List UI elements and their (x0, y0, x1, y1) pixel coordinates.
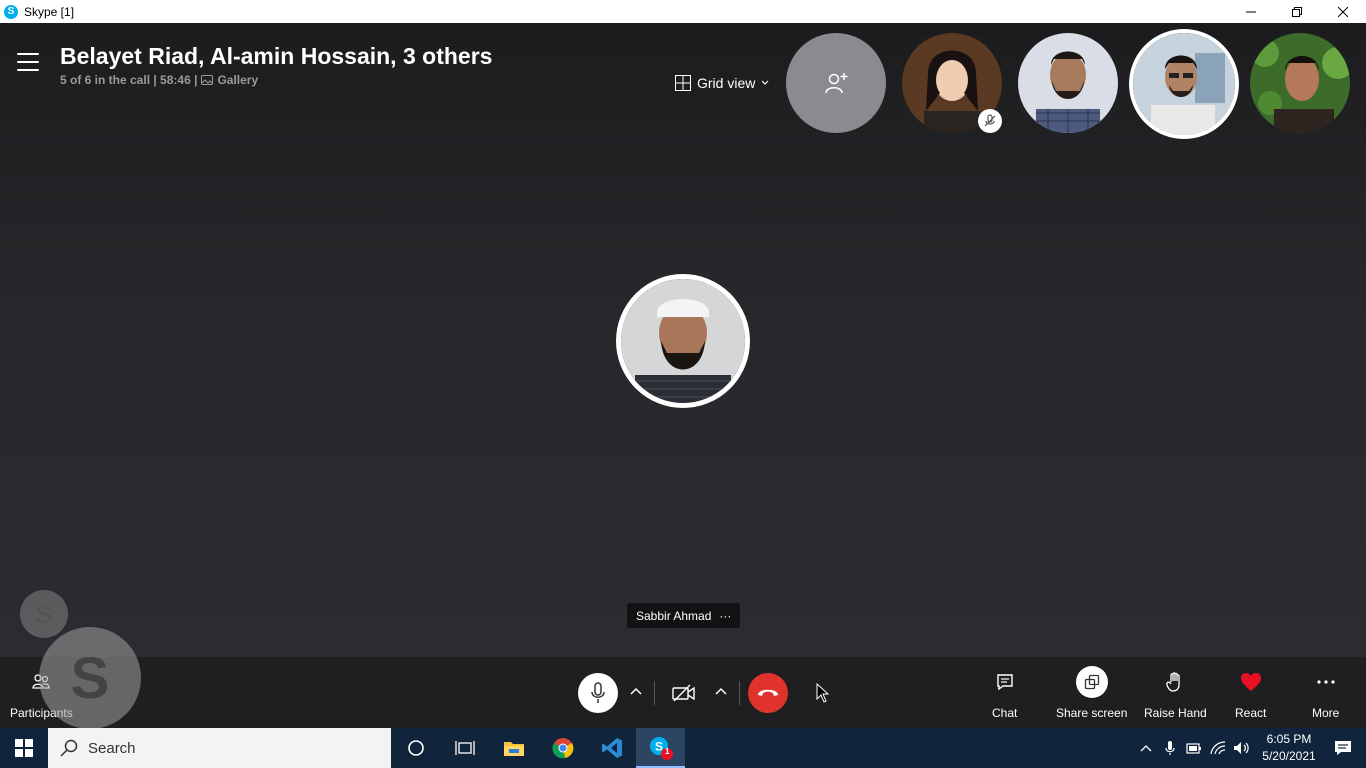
window-title: Skype [1] (24, 4, 75, 19)
participant-photo (1018, 33, 1118, 133)
gallery-link[interactable]: Gallery (217, 73, 258, 87)
camera-off-icon (672, 684, 695, 702)
mic-options-chevron-up-icon[interactable] (629, 684, 643, 698)
grid-view-icon (675, 75, 691, 91)
more-button[interactable]: More (1312, 667, 1339, 720)
system-tray: 6:05 PM 5/20/2021 (1134, 728, 1366, 768)
participant-photo (1250, 33, 1350, 133)
speaker-name: Sabbir Ahmad (636, 608, 712, 623)
cortana-icon (407, 740, 424, 756)
volume-icon[interactable] (1230, 741, 1254, 755)
call-controls-bar: Participants Chat Share screen Raise Han… (0, 657, 1366, 728)
restore-icon (1292, 6, 1302, 17)
action-center-button[interactable] (1320, 740, 1366, 756)
close-icon (1338, 6, 1348, 17)
call-stage: Belayet Riad, Al-amin Hossain, 3 others … (0, 23, 1366, 657)
more-horizontal-icon (1317, 680, 1335, 684)
speaker-photo (621, 279, 745, 403)
show-hidden-icons-button[interactable] (1134, 744, 1158, 752)
mouse-cursor-icon (816, 683, 830, 703)
divider (739, 681, 740, 705)
microphone-button[interactable] (578, 673, 618, 713)
grid-view-dropdown[interactable]: Grid view (675, 75, 769, 91)
add-person-icon (825, 73, 848, 94)
windows-taskbar: Search S 1 6:05 PM 5/20/2021 (0, 728, 1366, 768)
share-screen-button[interactable]: Share screen (1056, 666, 1128, 720)
windows-logo-icon (15, 739, 33, 757)
chat-icon (996, 674, 1013, 691)
window-titlebar: S Skype [1] (0, 0, 1366, 23)
more-label: More (1312, 706, 1340, 720)
taskbar-clock[interactable]: 6:05 PM 5/20/2021 (1258, 731, 1320, 765)
file-explorer-button[interactable] (489, 728, 538, 768)
chevron-down-icon (761, 80, 769, 85)
active-speaker-avatar[interactable] (616, 274, 750, 408)
call-title: Belayet Riad, Al-amin Hossain, 3 others (60, 43, 493, 69)
start-button[interactable] (0, 728, 48, 768)
hang-up-icon (758, 689, 778, 696)
close-button[interactable] (1320, 0, 1366, 23)
folder-icon (503, 742, 524, 756)
gallery-icon (201, 75, 214, 85)
hamburger-menu-icon[interactable] (17, 53, 39, 71)
vscode-icon (601, 738, 622, 758)
skype-icon: S (649, 737, 673, 760)
end-call-button[interactable] (748, 673, 788, 713)
notification-icon (1335, 741, 1351, 755)
battery-icon[interactable] (1182, 742, 1206, 754)
skype-badge: 1 (665, 747, 670, 756)
chrome-button[interactable] (538, 728, 587, 768)
share-screen-label: Share screen (1056, 706, 1128, 720)
participant-photo (1133, 33, 1235, 135)
mic-tray-icon[interactable] (1158, 740, 1182, 756)
restore-button[interactable] (1274, 0, 1320, 23)
react-button[interactable]: React (1235, 667, 1266, 720)
share-screen-icon (1084, 674, 1099, 690)
minimize-button[interactable] (1228, 0, 1274, 23)
camera-options-chevron-up-icon[interactable] (714, 684, 728, 698)
task-view-icon (454, 741, 475, 755)
grid-view-label: Grid view (697, 75, 756, 91)
clock-time: 6:05 PM (1266, 732, 1312, 746)
task-view-button[interactable] (440, 728, 489, 768)
clock-date: 5/20/2021 (1262, 749, 1316, 763)
microphone-icon (591, 682, 605, 703)
search-icon (60, 739, 78, 757)
taskbar-search-box[interactable]: Search (48, 728, 391, 768)
raise-hand-button[interactable]: Raise Hand (1144, 667, 1207, 720)
participant-thumbnail-2[interactable] (1018, 33, 1118, 133)
skype-watermark-small: S (20, 590, 68, 638)
add-people-button[interactable] (786, 33, 886, 133)
minimize-icon (1246, 11, 1256, 12)
skype-taskbar-button[interactable]: S 1 (636, 728, 685, 768)
skype-watermark-large: S (39, 627, 141, 729)
speaker-name-label[interactable]: Sabbir Ahmad ··· (627, 603, 741, 628)
camera-button[interactable] (668, 679, 700, 707)
muted-mic-icon (978, 109, 1002, 133)
react-label: React (1235, 706, 1267, 720)
call-status-text: 5 of 6 in the call | 58:46 | (60, 73, 198, 87)
more-options-icon[interactable]: ··· (719, 609, 731, 623)
divider (654, 681, 655, 705)
participant-thumbnail-4[interactable] (1250, 33, 1350, 133)
heart-icon (1240, 673, 1261, 691)
vscode-button[interactable] (587, 728, 636, 768)
search-placeholder: Search (88, 739, 136, 757)
raise-hand-label: Raise Hand (1144, 706, 1207, 720)
chat-label: Chat (992, 706, 1018, 720)
participant-thumbnail-3-active[interactable] (1129, 29, 1239, 139)
call-status: 5 of 6 in the call | 58:46 | Gallery (60, 73, 258, 87)
cortana-button[interactable] (391, 728, 440, 768)
skype-app-icon: S (4, 4, 18, 19)
chevron-up-icon (1140, 745, 1152, 752)
wifi-icon[interactable] (1206, 741, 1230, 755)
raise-hand-icon (1166, 672, 1180, 692)
chrome-icon (551, 738, 573, 759)
chat-button[interactable]: Chat (992, 667, 1017, 720)
